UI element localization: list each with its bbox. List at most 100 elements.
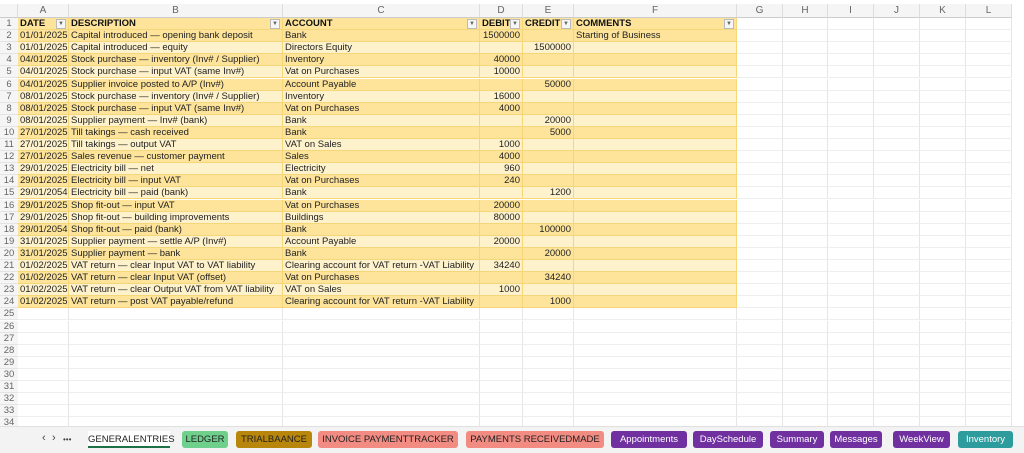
cell[interactable]	[574, 223, 737, 236]
cell[interactable]: 31/01/2025	[18, 235, 69, 248]
cell[interactable]	[828, 320, 874, 333]
cell[interactable]	[966, 332, 1012, 345]
sheet-tab-inventory[interactable]: Inventory	[958, 431, 1013, 448]
cell[interactable]	[966, 199, 1012, 212]
cell[interactable]	[523, 393, 574, 406]
cell[interactable]	[574, 308, 737, 321]
cell[interactable]	[874, 235, 920, 248]
row-header[interactable]: 30	[0, 368, 18, 381]
cell[interactable]	[783, 187, 828, 200]
cell[interactable]	[966, 139, 1012, 152]
cell[interactable]: 20000	[523, 114, 574, 127]
cell[interactable]	[874, 54, 920, 67]
cell[interactable]	[874, 223, 920, 236]
cell[interactable]	[966, 102, 1012, 115]
cell[interactable]	[966, 211, 1012, 224]
cell[interactable]	[18, 332, 69, 345]
cell[interactable]: Bank	[283, 247, 480, 260]
cell[interactable]	[966, 175, 1012, 188]
cell[interactable]	[523, 332, 574, 345]
row-header[interactable]: 14	[0, 175, 18, 188]
cell[interactable]	[874, 247, 920, 260]
cell[interactable]	[874, 199, 920, 212]
cell[interactable]	[874, 102, 920, 115]
row-header[interactable]: 15	[0, 187, 18, 200]
cell[interactable]	[920, 332, 966, 345]
cell[interactable]	[523, 235, 574, 248]
cell[interactable]: 1000	[480, 139, 523, 152]
cell[interactable]	[69, 368, 283, 381]
cell[interactable]	[966, 78, 1012, 91]
cell[interactable]	[783, 405, 828, 418]
cell[interactable]	[574, 211, 737, 224]
cell[interactable]	[283, 405, 480, 418]
cell[interactable]	[574, 199, 737, 212]
cell[interactable]	[920, 308, 966, 321]
cell[interactable]	[69, 344, 283, 357]
cell[interactable]	[874, 78, 920, 91]
cell[interactable]: 20000	[480, 199, 523, 212]
column-filter-header[interactable]: DESCRIPTION ▼	[69, 18, 283, 31]
cell[interactable]	[966, 272, 1012, 285]
sheet-tab-messages[interactable]: Messages	[830, 431, 882, 448]
cell[interactable]	[966, 296, 1012, 309]
cell[interactable]	[480, 308, 523, 321]
sheet-tab-ledger[interactable]: LEDGER	[182, 431, 228, 448]
cell[interactable]	[574, 284, 737, 297]
cell[interactable]: VAT return — clear Input VAT to VAT liab…	[69, 260, 283, 273]
cell[interactable]	[523, 151, 574, 164]
cell[interactable]	[920, 114, 966, 127]
cell[interactable]	[783, 235, 828, 248]
cell[interactable]	[737, 199, 783, 212]
cell[interactable]: Supplier payment — bank	[69, 247, 283, 260]
row-header[interactable]: 18	[0, 223, 18, 236]
cell[interactable]: 4000	[480, 102, 523, 115]
cell[interactable]	[783, 260, 828, 273]
cell[interactable]	[283, 308, 480, 321]
cell[interactable]	[523, 30, 574, 43]
cell[interactable]: 27/01/2025	[18, 139, 69, 152]
cell[interactable]	[18, 344, 69, 357]
row-header[interactable]: 23	[0, 284, 18, 297]
cell[interactable]	[574, 332, 737, 345]
cell[interactable]: Till takings — cash received	[69, 126, 283, 139]
cell[interactable]	[783, 151, 828, 164]
column-header-B[interactable]: B	[69, 4, 283, 18]
cell[interactable]	[737, 114, 783, 127]
cell[interactable]	[783, 199, 828, 212]
cell[interactable]	[574, 175, 737, 188]
cell[interactable]	[69, 332, 283, 345]
cell[interactable]	[737, 18, 783, 31]
cell[interactable]	[783, 30, 828, 43]
cell[interactable]	[783, 18, 828, 31]
cell[interactable]	[69, 381, 283, 394]
row-header[interactable]: 11	[0, 139, 18, 152]
cell[interactable]	[920, 320, 966, 333]
cell[interactable]	[523, 368, 574, 381]
cell[interactable]	[874, 114, 920, 127]
row-header[interactable]: 32	[0, 393, 18, 406]
cell[interactable]	[828, 78, 874, 91]
cell[interactable]	[574, 296, 737, 309]
cell[interactable]	[966, 54, 1012, 67]
cell[interactable]	[966, 393, 1012, 406]
cell[interactable]	[828, 296, 874, 309]
cell[interactable]	[874, 30, 920, 43]
cell[interactable]	[920, 223, 966, 236]
cell[interactable]	[523, 163, 574, 176]
row-header[interactable]: 5	[0, 66, 18, 79]
sheet-tab-generalentries[interactable]: GENERALENTRIES	[88, 431, 175, 448]
cell[interactable]	[574, 102, 737, 115]
cell[interactable]	[828, 272, 874, 285]
cell[interactable]	[874, 66, 920, 79]
cell[interactable]	[874, 90, 920, 103]
cell[interactable]	[574, 393, 737, 406]
cell[interactable]	[920, 393, 966, 406]
cell[interactable]	[283, 344, 480, 357]
cell[interactable]: 29/01/2025	[18, 211, 69, 224]
cell[interactable]: VAT on Sales	[283, 139, 480, 152]
column-header-K[interactable]: K	[920, 4, 966, 18]
cell[interactable]: Shop fit-out — input VAT	[69, 199, 283, 212]
cell[interactable]	[480, 356, 523, 369]
cell[interactable]	[920, 260, 966, 273]
